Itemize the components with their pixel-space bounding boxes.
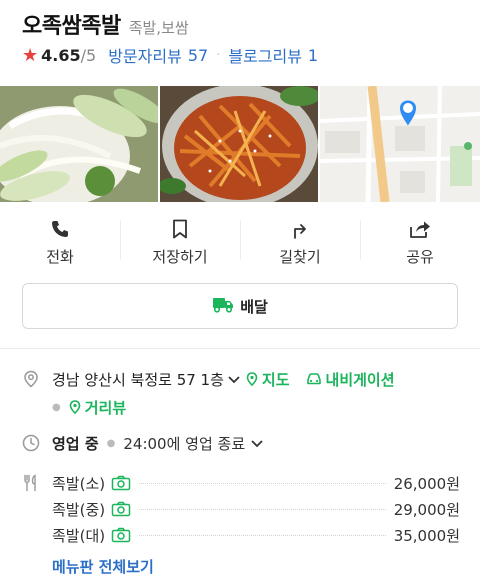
share-button[interactable]: 공유: [360, 212, 480, 272]
hours-row[interactable]: 영업 중 ● 24:00에 영업 종료: [52, 432, 269, 454]
map-link-label: 지도: [261, 370, 290, 389]
car-icon: [306, 373, 321, 385]
map-pin-icon: [246, 372, 258, 386]
map-thumbnail[interactable]: [320, 86, 480, 202]
leader-dots: [139, 482, 386, 484]
share-label: 공유: [406, 247, 434, 266]
address-row: 경남 양산시 북정로 57 1층 지도 내비게이션: [52, 368, 395, 390]
menu-item-name: 족발(중): [52, 500, 106, 519]
menu-item-price: 29,000원: [393, 500, 460, 519]
menu-item[interactable]: 족발(중) 29,000원: [52, 496, 460, 522]
navigation-link-label: 내비게이션: [325, 370, 395, 389]
save-button[interactable]: 저장하기: [120, 212, 240, 272]
title-row: 오족쌈족발 족발,보쌈: [22, 8, 472, 39]
leader-dots: [139, 508, 386, 510]
camera-icon[interactable]: [111, 527, 131, 543]
food-photo-onion-cucumber[interactable]: [0, 86, 158, 202]
call-button[interactable]: 전화: [0, 212, 120, 272]
food-photo-spicy-salad[interactable]: [160, 86, 318, 202]
separator-dot: ·: [216, 47, 221, 63]
star-icon: ★: [22, 44, 39, 66]
delivery-truck-icon: [212, 295, 234, 317]
street-view-link[interactable]: 거리뷰: [69, 397, 126, 418]
menu-item-name: 족발(대): [52, 526, 106, 545]
camera-icon[interactable]: [111, 501, 131, 517]
location-pin-icon: [22, 370, 40, 388]
section-divider: [0, 348, 480, 349]
blog-review-link[interactable]: 블로그리뷰: [228, 43, 302, 67]
rating-score: 4.65: [41, 45, 81, 65]
leader-dots: [139, 534, 386, 536]
bullet-dot: ●: [52, 401, 61, 413]
hours-text: 24:00에 영업 종료: [123, 434, 246, 453]
photo-strip: [0, 86, 480, 202]
place-category: 족발,보쌈: [128, 19, 189, 37]
view-full-menu-link[interactable]: 메뉴판 전체보기: [52, 556, 154, 577]
map-link[interactable]: 지도: [246, 369, 290, 390]
chevron-down-icon[interactable]: [224, 370, 246, 388]
bullet-dot: ●: [106, 437, 116, 449]
place-name: 오족쌈족발: [22, 14, 121, 39]
directions-label: 길찾기: [279, 247, 321, 266]
menu-item-price: 35,000원: [393, 526, 460, 545]
navigation-link[interactable]: 내비게이션: [306, 369, 395, 390]
rating-row: ★ 4.65 /5 방문자리뷰 57 · 블로그리뷰 1: [22, 42, 472, 68]
menu-list: 족발(소) 26,000원 족발(중) 29,000원 족발(대) 35,000…: [52, 470, 460, 548]
clock-icon: [22, 434, 40, 452]
phone-icon: [49, 218, 71, 240]
menu-item-name: 족발(소): [52, 474, 106, 493]
action-bar: 전화 저장하기 길찾기 공유: [0, 212, 480, 272]
blog-review-count[interactable]: 1: [308, 46, 318, 65]
share-icon: [409, 218, 431, 240]
delivery-label: 배달: [240, 297, 268, 316]
visitor-review-count[interactable]: 57: [188, 46, 208, 65]
street-view-row: ● 거리뷰: [52, 396, 126, 418]
save-label: 저장하기: [152, 247, 208, 266]
camera-icon[interactable]: [111, 475, 131, 491]
hours-status: 영업 중: [52, 434, 99, 453]
chevron-down-icon[interactable]: [245, 434, 269, 452]
street-view-label: 거리뷰: [84, 398, 127, 417]
menu-item[interactable]: 족발(대) 35,000원: [52, 522, 460, 548]
street-view-pin-icon: [69, 400, 81, 414]
directions-icon: [289, 218, 311, 240]
rating-max: /5: [80, 45, 97, 65]
menu-item-price: 26,000원: [393, 474, 460, 493]
directions-button[interactable]: 길찾기: [240, 212, 360, 272]
place-header: 오족쌈족발 족발,보쌈 ★ 4.65 /5 방문자리뷰 57 · 블로그리뷰 1: [22, 8, 472, 68]
call-label: 전화: [46, 247, 74, 266]
visitor-review-link[interactable]: 방문자리뷰: [108, 43, 182, 67]
bookmark-icon: [169, 218, 191, 240]
address-text: 경남 양산시 북정로 57 1층: [52, 370, 224, 389]
fork-knife-icon: [22, 474, 40, 492]
delivery-button[interactable]: 배달: [22, 283, 458, 329]
menu-item[interactable]: 족발(소) 26,000원: [52, 470, 460, 496]
